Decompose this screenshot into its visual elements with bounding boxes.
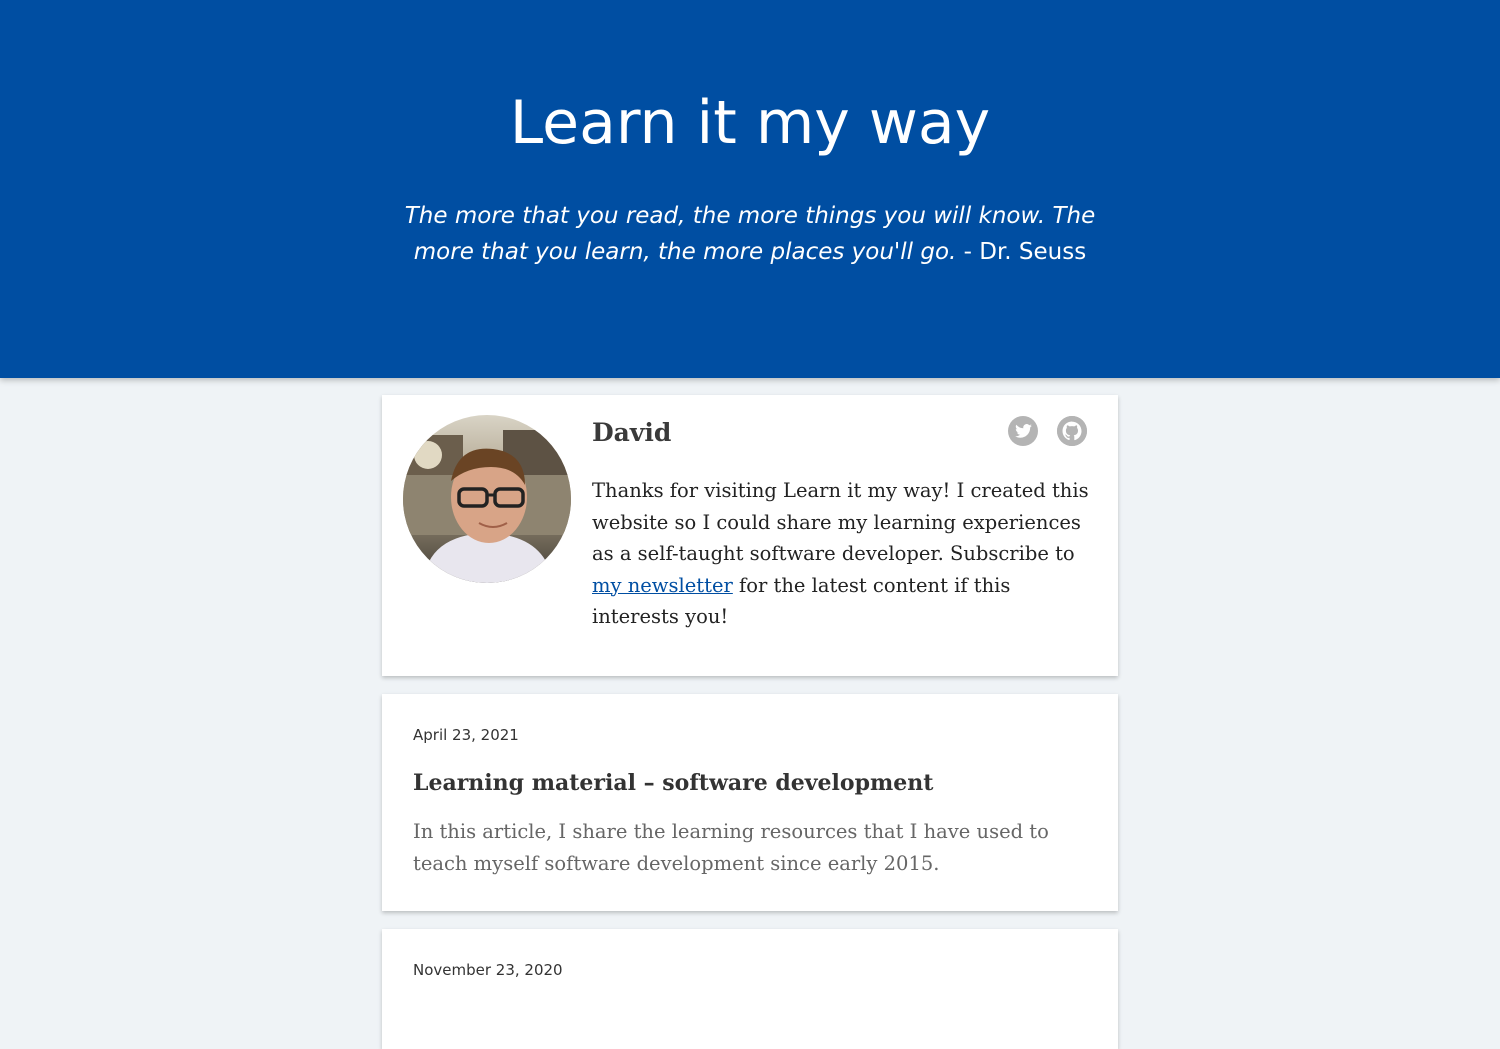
- author-card: David Thanks for visiting Learn it my wa…: [382, 395, 1118, 676]
- twitter-icon[interactable]: [1008, 416, 1038, 446]
- bio-text-start: Thanks for visiting Learn it my way! I c…: [592, 479, 1089, 565]
- avatar: [403, 415, 571, 583]
- github-icon[interactable]: [1057, 416, 1087, 446]
- site-title[interactable]: Learn it my way: [0, 78, 1500, 168]
- post-title[interactable]: Learning material – software development: [413, 764, 933, 802]
- post-excerpt: In this article, I share the learning re…: [413, 820, 1049, 875]
- hero-quote: The more that you read, the more things …: [400, 198, 1100, 270]
- post-card[interactable]: November 23, 2020: [382, 929, 1118, 1049]
- post-date: November 23, 2020: [413, 961, 563, 979]
- author-bio: Thanks for visiting Learn it my way! I c…: [592, 475, 1092, 633]
- social-links: [1008, 416, 1087, 446]
- hero-header: Learn it my way The more that you read, …: [0, 0, 1500, 378]
- quote-author: - Dr. Seuss: [963, 239, 1087, 265]
- post-card[interactable]: April 23, 2021 Learning material – softw…: [382, 694, 1118, 911]
- post-date: April 23, 2021: [413, 726, 519, 744]
- author-name: David: [592, 418, 672, 447]
- newsletter-link[interactable]: my newsletter: [592, 574, 733, 597]
